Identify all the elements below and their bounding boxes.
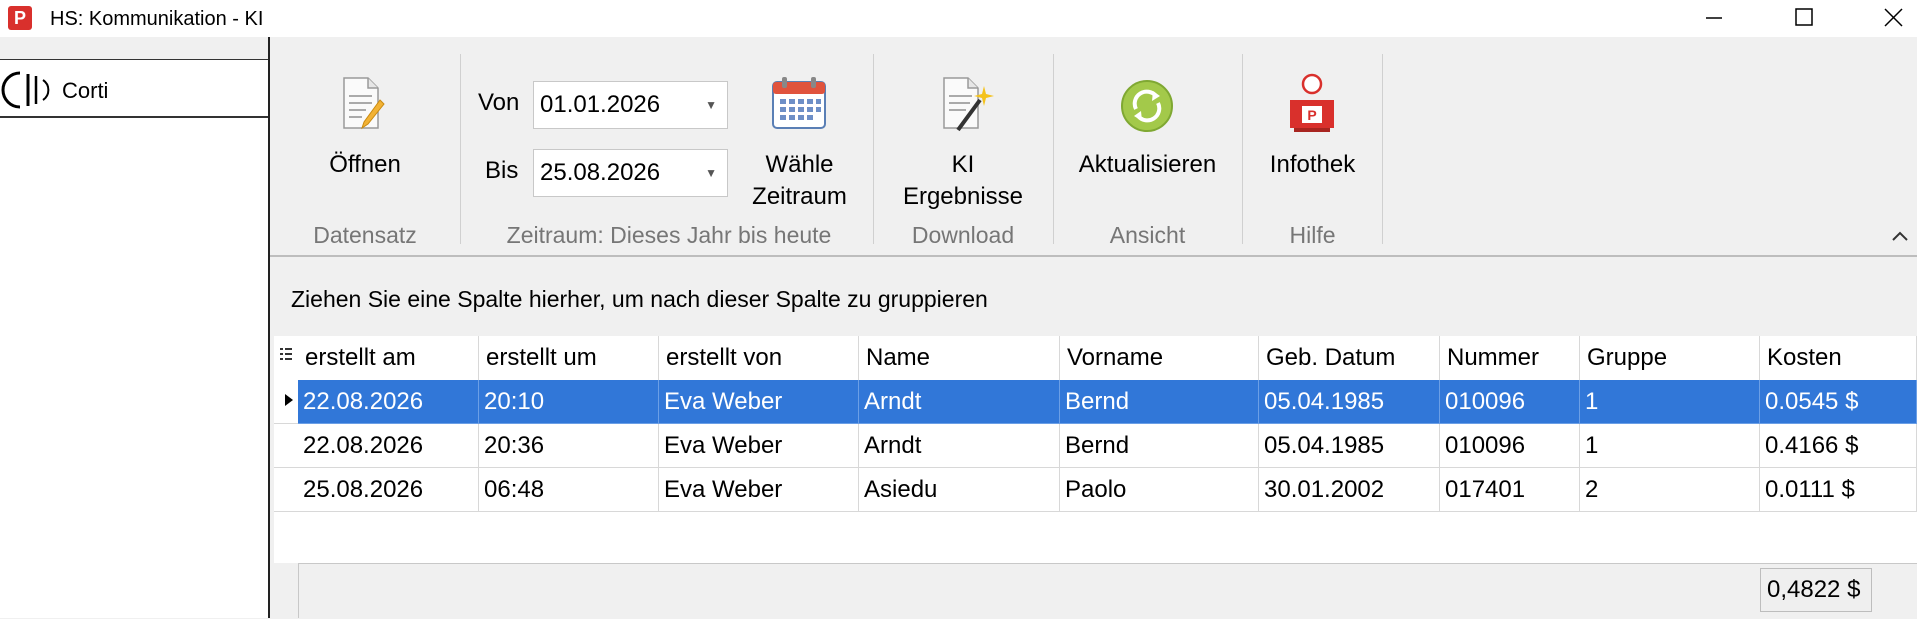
dropdown-arrow-icon[interactable]: ▼ bbox=[705, 150, 717, 196]
table-cell[interactable]: 1 bbox=[1580, 424, 1760, 468]
from-label: Von bbox=[478, 89, 519, 117]
minimize-icon bbox=[1674, 0, 1754, 37]
ribbon-separator bbox=[873, 54, 874, 244]
choose-period-label-2: Zeitraum bbox=[742, 180, 857, 214]
table-cell[interactable]: 017401 bbox=[1440, 468, 1580, 512]
infothek-icon: P bbox=[1282, 72, 1342, 134]
corti-logo-icon bbox=[0, 70, 52, 110]
maximize-icon bbox=[1762, 0, 1842, 37]
ribbon-separator bbox=[1242, 54, 1243, 244]
column-header-name[interactable]: Name bbox=[859, 336, 1060, 380]
group-label-hilfe: Hilfe bbox=[1255, 222, 1370, 249]
ki-results-label-1: KI bbox=[888, 148, 1038, 182]
calendar-icon bbox=[770, 74, 828, 132]
table-cell[interactable]: 05.04.1985 bbox=[1259, 380, 1440, 424]
ribbon-separator bbox=[1053, 54, 1054, 244]
app-icon: P bbox=[8, 6, 32, 30]
table-cell[interactable]: 2 bbox=[1580, 468, 1760, 512]
table-cell[interactable]: 0.0545 $ bbox=[1760, 380, 1917, 424]
table-cell[interactable]: 0.4166 $ bbox=[1760, 424, 1917, 468]
refresh-label: Aktualisieren bbox=[1060, 148, 1235, 182]
grid-footer bbox=[274, 563, 1917, 619]
table-cell[interactable]: Eva Weber bbox=[659, 468, 859, 512]
maximize-button[interactable] bbox=[1762, 0, 1842, 37]
column-header-erstellt-von[interactable]: erstellt von bbox=[659, 336, 859, 380]
open-label: Öffnen bbox=[305, 148, 425, 182]
table-cell[interactable]: Eva Weber bbox=[659, 380, 859, 424]
table-cell[interactable]: 010096 bbox=[1440, 380, 1580, 424]
dropdown-arrow-icon[interactable]: ▼ bbox=[705, 82, 717, 128]
table-cell[interactable]: Arndt bbox=[859, 380, 1060, 424]
column-header-nummer[interactable]: Nummer bbox=[1440, 336, 1580, 380]
table-cell[interactable]: 010096 bbox=[1440, 424, 1580, 468]
column-header-vorname[interactable]: Vorname bbox=[1060, 336, 1259, 380]
choose-period-label-1: Wähle bbox=[742, 148, 857, 182]
footer-indicator-cell bbox=[274, 563, 299, 618]
infothek-label: Infothek bbox=[1255, 148, 1370, 182]
from-date-field[interactable]: 01.01.2026 ▼ bbox=[533, 81, 728, 129]
to-date-field[interactable]: 25.08.2026 ▼ bbox=[533, 149, 728, 197]
table-cell[interactable]: 06:48 bbox=[479, 468, 659, 512]
svg-text:P: P bbox=[1307, 107, 1316, 123]
group-label-zeitraum: Zeitraum: Dieses Jahr bis heute bbox=[474, 222, 864, 249]
collapse-ribbon-icon[interactable] bbox=[1890, 228, 1910, 244]
group-label-datensatz: Datensatz bbox=[300, 222, 430, 249]
table-cell[interactable]: Bernd bbox=[1060, 380, 1259, 424]
group-by-hint: Ziehen Sie eine Spalte hierher, um nach … bbox=[291, 286, 988, 313]
document-edit-icon bbox=[340, 74, 386, 132]
table-cell[interactable]: 0.0111 $ bbox=[1760, 468, 1917, 512]
table-cell[interactable]: Eva Weber bbox=[659, 424, 859, 468]
table-cell[interactable]: 05.04.1985 bbox=[1259, 424, 1440, 468]
column-header-gruppe[interactable]: Gruppe bbox=[1580, 336, 1760, 380]
ribbon-separator bbox=[1382, 54, 1383, 244]
table-cell[interactable]: Bernd bbox=[1060, 424, 1259, 468]
table-cell[interactable]: 25.08.2026 bbox=[298, 468, 479, 512]
table-cell[interactable]: Asiedu bbox=[859, 468, 1060, 512]
left-panel-header bbox=[0, 37, 268, 61]
table-cell[interactable]: 20:10 bbox=[479, 380, 659, 424]
column-header-erstellt-um[interactable]: erstellt um bbox=[479, 336, 659, 380]
current-row-indicator-icon bbox=[283, 392, 295, 408]
cost-total: 0,4822 $ bbox=[1760, 568, 1872, 612]
to-label: Bis bbox=[485, 157, 518, 185]
minimize-button[interactable] bbox=[1674, 0, 1754, 37]
ribbon-separator bbox=[460, 54, 461, 244]
column-chooser-button[interactable] bbox=[274, 336, 298, 380]
table-cell[interactable]: 1 bbox=[1580, 380, 1760, 424]
column-header-kosten[interactable]: Kosten bbox=[1760, 336, 1917, 380]
refresh-icon bbox=[1120, 79, 1174, 133]
window-title: HS: Kommunikation - KI bbox=[50, 8, 263, 31]
table-cell[interactable]: Paolo bbox=[1060, 468, 1259, 512]
column-header-erstellt-am[interactable]: erstellt am bbox=[298, 336, 479, 380]
to-date-value: 25.08.2026 bbox=[540, 159, 660, 186]
row-indicator-cell[interactable] bbox=[274, 424, 298, 468]
sidebar-item-label: Corti bbox=[62, 78, 108, 104]
left-panel bbox=[0, 37, 270, 618]
row-indicator-cell[interactable] bbox=[274, 468, 298, 512]
from-date-value: 01.01.2026 bbox=[540, 91, 660, 118]
column-chooser-icon bbox=[274, 336, 298, 380]
column-header-geb-datum[interactable]: Geb. Datum bbox=[1259, 336, 1440, 380]
close-button[interactable] bbox=[1840, 0, 1917, 37]
table-cell[interactable]: 20:36 bbox=[479, 424, 659, 468]
ki-results-label-2: Ergebnisse bbox=[888, 180, 1038, 214]
table-cell[interactable]: 22.08.2026 bbox=[298, 424, 479, 468]
title-bar bbox=[0, 0, 1917, 37]
group-label-download: Download bbox=[888, 222, 1038, 249]
table-cell[interactable]: 30.01.2002 bbox=[1259, 468, 1440, 512]
document-wand-icon bbox=[940, 74, 998, 132]
group-label-ansicht: Ansicht bbox=[1065, 222, 1230, 249]
table-cell[interactable]: 22.08.2026 bbox=[298, 380, 479, 424]
table-cell[interactable]: Arndt bbox=[859, 424, 1060, 468]
close-icon bbox=[1842, 0, 1917, 37]
